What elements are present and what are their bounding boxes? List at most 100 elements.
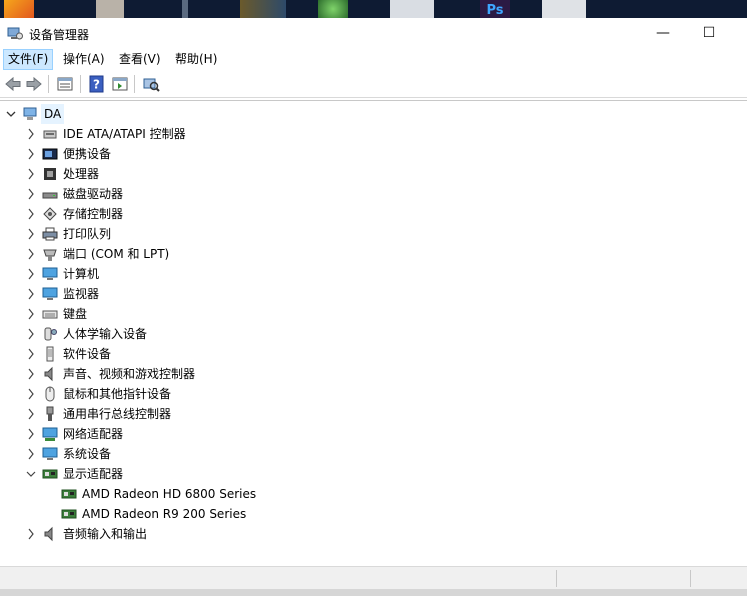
- chevron-right-icon[interactable]: [25, 524, 37, 544]
- keyboard-icon: [42, 310, 58, 319]
- chevron-right-icon[interactable]: [25, 224, 37, 244]
- tree-item-category[interactable]: 计算机: [0, 264, 400, 284]
- tree-item-category[interactable]: 监视器: [0, 284, 400, 304]
- processor-icon: [44, 168, 56, 180]
- chevron-right-icon[interactable]: [25, 204, 37, 224]
- taskbar-strip: Ps: [0, 0, 747, 18]
- computer-icon: [42, 267, 58, 280]
- tree-item-category[interactable]: 通用串行总线控制器: [0, 404, 400, 424]
- tree-item-label: 便携设备: [63, 147, 112, 161]
- tree-item-label: 键盘: [63, 307, 88, 321]
- tree-item-label: 显示适配器: [63, 467, 124, 481]
- tree-item-category[interactable]: 系统设备: [0, 444, 400, 464]
- taskbar-app-icon[interactable]: [96, 0, 124, 18]
- tree-item-label: 存储控制器: [63, 207, 124, 221]
- tree-item-category[interactable]: 网络适配器: [0, 424, 400, 444]
- chevron-right-icon[interactable]: [25, 404, 37, 424]
- tree-item-label: 端口 (COM 和 LPT): [63, 247, 170, 261]
- tree-item-category[interactable]: IDE ATA/ATAPI 控制器: [0, 124, 400, 144]
- taskbar-app-icon[interactable]: [390, 0, 434, 18]
- menu-file[interactable]: 文件(F): [3, 49, 54, 70]
- tree-item-category[interactable]: 打印队列: [0, 224, 400, 244]
- port-icon: [43, 249, 57, 261]
- chevron-down-icon[interactable]: [5, 104, 17, 124]
- forward-arrow-icon[interactable]: [25, 75, 43, 93]
- chevron-right-icon[interactable]: [25, 124, 37, 144]
- portable-device-icon: [42, 148, 58, 160]
- maximize-button[interactable]: ☐: [686, 18, 732, 48]
- storage-controller-icon: [43, 207, 57, 221]
- tree-root-label: DA: [41, 104, 65, 124]
- minimize-button[interactable]: —: [640, 18, 686, 48]
- chevron-right-icon[interactable]: [25, 264, 37, 284]
- chevron-right-icon[interactable]: [25, 324, 37, 344]
- tree-item-category[interactable]: 端口 (COM 和 LPT): [0, 244, 400, 264]
- menu-view[interactable]: 查看(V): [115, 50, 165, 69]
- device-tree: DA IDE ATA/ATAPI 控制器便携设备处理器磁盘驱动器存储控制器打印队…: [0, 100, 747, 566]
- tree-root[interactable]: DA: [0, 104, 200, 124]
- action-pane-icon[interactable]: [111, 75, 129, 93]
- chevron-right-icon[interactable]: [25, 444, 37, 464]
- tree-item-category[interactable]: 软件设备: [0, 344, 400, 364]
- monitor-icon: [42, 287, 58, 300]
- tree-item-label: 鼠标和其他指针设备: [63, 387, 172, 401]
- menu-help[interactable]: 帮助(H): [171, 50, 221, 69]
- tree-item-label: 软件设备: [63, 347, 112, 361]
- back-arrow-icon[interactable]: [4, 75, 22, 93]
- taskbar-app-icon[interactable]: [542, 0, 586, 18]
- tree-item-label: 监视器: [63, 287, 100, 301]
- chevron-right-icon[interactable]: [25, 384, 37, 404]
- tree-item-category[interactable]: 鼠标和其他指针设备: [0, 384, 400, 404]
- display-adapter-icon: [42, 469, 58, 479]
- tree-item-device[interactable]: AMD Radeon HD 6800 Series: [0, 484, 400, 504]
- device-manager-icon: [7, 27, 23, 40]
- ide-controller-icon: [43, 130, 57, 139]
- system-device-icon: [42, 447, 58, 460]
- tree-item-category[interactable]: 人体学输入设备: [0, 324, 400, 344]
- chevron-right-icon[interactable]: [25, 364, 37, 384]
- tree-item-category[interactable]: 声音、视频和游戏控制器: [0, 364, 400, 384]
- mouse-icon: [45, 386, 55, 402]
- tree-item-category[interactable]: 便携设备: [0, 144, 400, 164]
- status-divider: [556, 570, 557, 587]
- help-icon[interactable]: ?: [88, 75, 106, 93]
- properties-icon[interactable]: [56, 75, 74, 93]
- bottom-edge: [0, 589, 747, 596]
- chevron-right-icon[interactable]: [25, 304, 37, 324]
- taskbar-app-icon[interactable]: [318, 0, 348, 18]
- tree-item-label: 计算机: [63, 267, 100, 281]
- tree-item-category[interactable]: 音频输入和输出: [0, 524, 400, 544]
- taskbar-app-icon[interactable]: [240, 0, 286, 18]
- tree-item-category[interactable]: 显示适配器: [0, 464, 400, 484]
- chevron-right-icon[interactable]: [25, 344, 37, 364]
- network-adapter-icon: [42, 427, 58, 441]
- scan-hardware-icon[interactable]: [142, 75, 160, 93]
- photoshop-icon[interactable]: Ps: [480, 0, 510, 18]
- window-title: 设备管理器: [29, 28, 90, 42]
- chevron-right-icon[interactable]: [25, 424, 37, 444]
- tree-item-category[interactable]: 存储控制器: [0, 204, 400, 224]
- tree-item-label: 处理器: [63, 167, 100, 181]
- menu-action[interactable]: 操作(A): [59, 50, 109, 69]
- tree-item-category[interactable]: 磁盘驱动器: [0, 184, 400, 204]
- tree-item-label: 通用串行总线控制器: [63, 407, 172, 421]
- tree-item-label: 声音、视频和游戏控制器: [63, 367, 196, 381]
- chevron-right-icon[interactable]: [25, 164, 37, 184]
- display-adapter-icon: [61, 489, 77, 499]
- taskbar-app-icon[interactable]: [4, 0, 34, 18]
- audio-io-icon: [44, 526, 53, 542]
- menu-bar: 文件(F) 操作(A) 查看(V) 帮助(H): [0, 48, 747, 70]
- tree-item-category[interactable]: 处理器: [0, 164, 400, 184]
- chevron-down-icon[interactable]: [25, 464, 37, 484]
- status-bar: [0, 566, 747, 590]
- tree-item-category[interactable]: 键盘: [0, 304, 400, 324]
- chevron-right-icon[interactable]: [25, 244, 37, 264]
- taskbar-app-icon[interactable]: [182, 0, 188, 18]
- tree-item-label: 打印队列: [63, 227, 112, 241]
- chevron-right-icon[interactable]: [25, 144, 37, 164]
- tree-item-device[interactable]: AMD Radeon R9 200 Series: [0, 504, 400, 524]
- chevron-right-icon[interactable]: [25, 284, 37, 304]
- chevron-right-icon[interactable]: [25, 184, 37, 204]
- speaker-icon: [44, 366, 53, 382]
- tree-item-label: 音频输入和输出: [63, 527, 148, 541]
